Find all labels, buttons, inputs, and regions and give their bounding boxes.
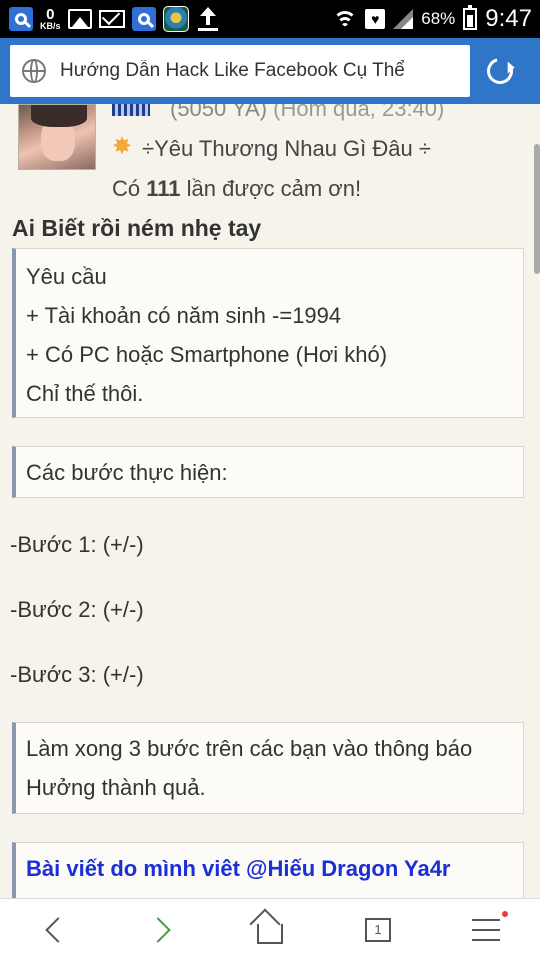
scrollbar[interactable] (534, 144, 540, 274)
url-field[interactable]: Hướng Dẫn Hack Like Facebook Cụ Thể (10, 45, 470, 97)
search-app-icon-2 (131, 6, 157, 32)
step-3: -Bước 3: (+/-) (10, 662, 144, 687)
chevron-left-icon (45, 916, 71, 943)
thanks-suffix: lần được cảm ơn! (186, 176, 362, 201)
rank-image (112, 104, 150, 116)
reload-icon (482, 53, 518, 89)
requirements-box: Yêu cầu + Tài khoản có năm sinh -=1994 +… (12, 248, 524, 418)
home-icon (257, 923, 283, 944)
requirement-line-2: + Có PC hoặc Smartphone (Hơi khó) (26, 342, 388, 367)
battery-icon (463, 5, 478, 30)
step-2: -Bước 2: (+/-) (10, 597, 144, 622)
bottom-nav: 1 (0, 898, 540, 960)
steps-heading: Các bước thực hiện: (26, 460, 228, 485)
back-button[interactable] (24, 905, 84, 955)
menu-button[interactable] (456, 905, 516, 955)
completion-box: Làm xong 3 bước trên các bạn vào thông b… (12, 722, 524, 814)
notification-dot (502, 910, 508, 917)
thanks-prefix: Có (112, 176, 141, 201)
page-content: (5050 YA) (Hôm qua, 23:40) ÷Yêu Thương N… (0, 104, 540, 898)
globe-icon (22, 59, 46, 83)
steps-heading-box: Các bước thực hiện: (12, 446, 524, 498)
thanks-line: Có 111 lần được cảm ơn! (112, 176, 361, 202)
game-app-icon (162, 6, 189, 32)
requirement-line-3: Chỉ thế thôi. (26, 381, 144, 406)
home-button[interactable] (240, 905, 300, 955)
mail-icon (98, 6, 125, 32)
network-speed-value: 0 (46, 6, 55, 23)
post-timestamp: (Hôm qua, 23:40) (273, 104, 445, 121)
tabs-button[interactable]: 1 (348, 905, 408, 955)
search-app-icon (8, 6, 34, 32)
clock: 9:47 (485, 5, 532, 32)
star-icon (112, 135, 134, 160)
reload-button[interactable] (470, 45, 530, 97)
requirements-heading: Yêu cầu (26, 264, 107, 289)
upload-icon (195, 6, 221, 32)
battery-percent: 68% (421, 9, 456, 28)
address-bar: Hướng Dẫn Hack Like Facebook Cụ Thể (0, 38, 540, 104)
tab-count: 1 (365, 917, 391, 942)
network-speed-unit: KB/s (40, 21, 61, 31)
rank-line: ÷Yêu Thương Nhau Gì Đâu ÷ (112, 135, 431, 162)
page-title: Hướng Dẫn Hack Like Facebook Cụ Thể (60, 60, 405, 81)
rank-title: ÷Yêu Thương Nhau Gì Đâu ÷ (142, 136, 431, 161)
network-speed: 0 KB/s (40, 7, 61, 31)
completion-text: Làm xong 3 bước trên các bạn vào thông b… (26, 736, 473, 800)
post-meta: (5050 YA) (Hôm qua, 23:40) (170, 104, 444, 122)
chevron-right-icon (145, 916, 171, 943)
status-bar: 0 KB/s 68% 9:47 (0, 0, 540, 38)
step-1: -Bước 1: (+/-) (10, 532, 144, 557)
author-points: (5050 YA) (170, 104, 268, 121)
requirement-line-1: + Tài khoản có năm sinh -=1994 (26, 303, 342, 328)
author-note-link[interactable]: Bài viết do mình viêt @Hiếu Dragon Ya4r (26, 849, 513, 888)
heart-icon (365, 9, 386, 29)
wifi-icon (333, 9, 358, 29)
author-note-box: Bài viết do mình viêt @Hiếu Dragon Ya4r (12, 842, 524, 898)
avatar[interactable] (18, 104, 96, 170)
forward-button[interactable] (132, 905, 192, 955)
gallery-icon (67, 6, 93, 32)
signal-icon (393, 9, 414, 29)
thanks-count: 111 (146, 176, 181, 201)
menu-icon (472, 918, 500, 941)
post-title: Ai Biết rồi ném nhẹ tay (12, 215, 262, 241)
